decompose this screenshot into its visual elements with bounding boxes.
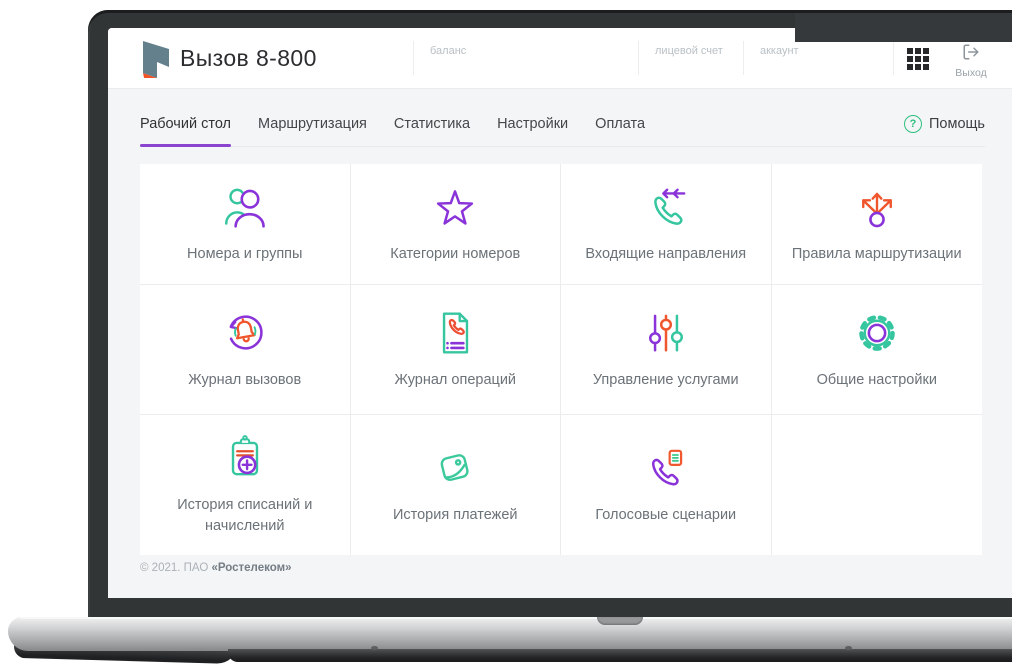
operations-log-icon (443, 312, 469, 354)
tile-label: Журнал операций (394, 371, 517, 388)
tab-payment[interactable]: Оплата (595, 102, 645, 146)
billing-history-icon (231, 435, 258, 476)
tile-label: Журнал вызовов (188, 371, 302, 388)
tile-label: Категории номеров (390, 246, 521, 263)
laptop-base (8, 617, 1012, 651)
main-nav: Рабочий стол Маршрутизация Статистика На… (140, 102, 985, 147)
balance-label: баланс (430, 45, 467, 57)
tile-label: Входящие направления (585, 246, 747, 263)
tile-label: Голосовые сценарии (595, 507, 737, 524)
tile-label: Номера и группы (187, 246, 303, 263)
brand-logo-icon (143, 41, 169, 78)
tile-label: Правила маршрутизации (791, 246, 962, 263)
tile-label: Управление услугами (592, 371, 739, 388)
tab-settings[interactable]: Настройки (497, 102, 568, 146)
header-divider (638, 41, 639, 75)
gear-icon (858, 315, 895, 351)
tab-desktop[interactable]: Рабочий стол (140, 102, 232, 147)
laptop-base-edge (228, 649, 1012, 662)
tile-charges-history[interactable]: История списаний и начислений (140, 415, 351, 555)
laptop-lid-notch (597, 617, 643, 625)
star-icon (437, 190, 474, 226)
laptop-base-dot (845, 646, 852, 650)
users-icon (224, 189, 265, 229)
help-label: Помощь (928, 116, 985, 132)
call-log-icon (229, 315, 263, 350)
tile-label: История списаний и начислений (177, 496, 313, 534)
wallet-icon (440, 454, 469, 482)
tile-voice-scenarios[interactable]: Голосовые сценарии (561, 415, 772, 555)
company-name: «Ростелеком» (211, 562, 292, 574)
tile-service-management[interactable]: Управление услугами (561, 285, 772, 415)
routing-icon (861, 193, 892, 228)
apps-grid-icon[interactable] (907, 48, 929, 70)
account-label: аккаунт (760, 45, 799, 57)
tab-statistics[interactable]: Статистика (394, 102, 470, 146)
tile-numbers-and-groups[interactable]: Номера и группы (140, 164, 351, 285)
page-title: Вызов 8-800 (180, 44, 317, 71)
header-divider (893, 41, 894, 75)
tile-label: Общие настройки (816, 371, 937, 388)
logout-label: Выход (955, 67, 987, 79)
tile-routing-rules[interactable]: Правила маршрутизации (771, 164, 982, 285)
logout-icon (963, 44, 979, 60)
account-label-divider (743, 41, 744, 75)
personal-account-label: лицевой счет (655, 45, 723, 57)
tile-call-log[interactable]: Журнал вызовов (140, 285, 351, 415)
logout-button[interactable]: Выход (946, 43, 996, 79)
sliders-icon (648, 314, 683, 352)
copyright-text: © 2021. ПАО «Ростелеком» (140, 562, 291, 574)
laptop-base-dot (371, 646, 378, 650)
question-circle-icon: ? (903, 115, 922, 133)
help-link[interactable]: ? Помощь (903, 115, 985, 133)
laptop-screen: Вызов 8-800 баланс лицевой счет аккаунт … (108, 28, 1012, 598)
tile-incoming-directions[interactable]: Входящие направления (561, 164, 772, 285)
dashboard-grid: Номера и группы Категории номеров Входящ… (140, 164, 982, 555)
tab-routing[interactable]: Маршрутизация (258, 102, 367, 146)
tile-number-categories[interactable]: Категории номеров (350, 164, 561, 285)
header-divider (413, 41, 414, 75)
tile-label: История платежей (392, 507, 518, 524)
incoming-call-icon (653, 188, 686, 226)
laptop-bezel-patch (795, 10, 1012, 42)
tile-payments-history[interactable]: История платежей (350, 415, 561, 555)
voice-script-icon (651, 450, 682, 486)
copyright-prefix: © 2021. ПАО (140, 562, 212, 574)
tile-general-settings[interactable]: Общие настройки (771, 285, 982, 415)
tile-operations-log[interactable]: Журнал операций (350, 285, 561, 415)
